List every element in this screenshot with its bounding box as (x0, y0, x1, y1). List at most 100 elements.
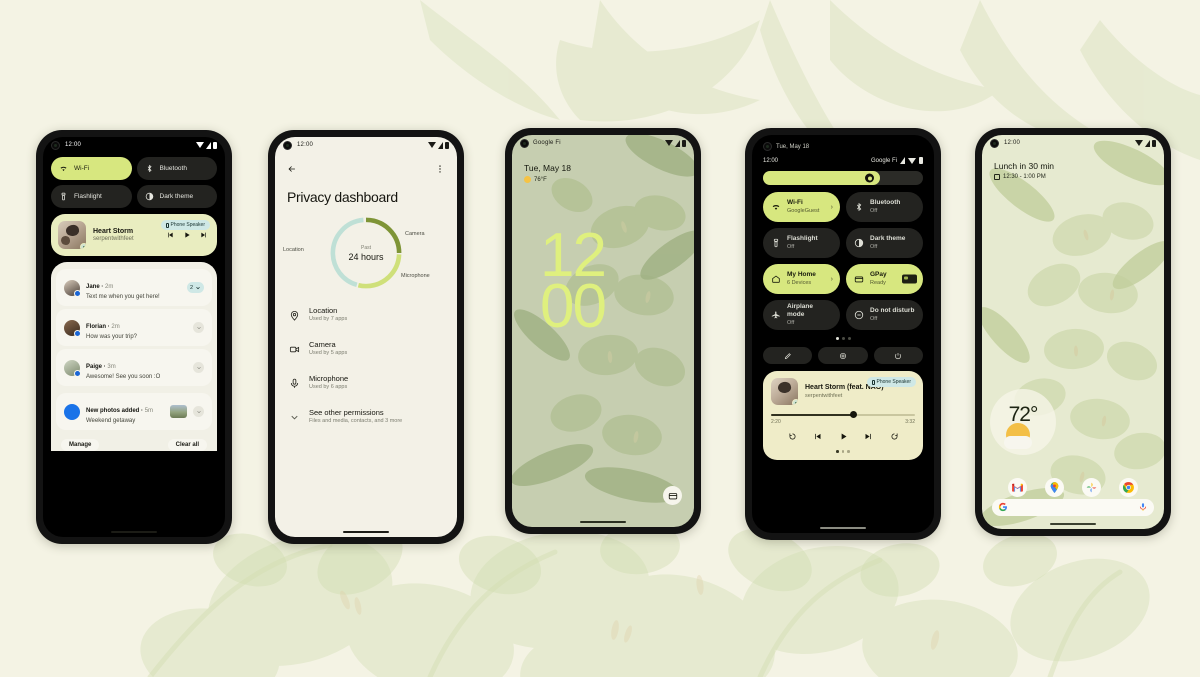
clear-all-button[interactable]: Clear all (167, 439, 207, 451)
quick-settings-grid: Wi-Fi Bluetooth Flashlight Dark theme (43, 153, 225, 208)
wallpaper (982, 135, 1164, 529)
permission-row-location[interactable]: Location Used by 7 apps (275, 299, 457, 333)
chevron-down-icon[interactable] (193, 322, 204, 333)
notification-time: 5m (144, 408, 154, 414)
notification-time: 3m (107, 364, 116, 370)
carrier-label: Google Fi (870, 157, 897, 164)
qs-tile-do-not-disturb[interactable]: Do not disturb Off (846, 300, 923, 330)
permission-row-see-other[interactable]: See other permissions Files and media, c… (275, 401, 457, 435)
media-artist: serpentwithfeet (93, 236, 134, 242)
forward-15-button[interactable] (890, 428, 899, 446)
qs-tile-wifi[interactable]: Wi-Fi GoogleGuest › (763, 192, 840, 222)
manage-button[interactable]: Manage (61, 439, 100, 451)
camera-icon (289, 340, 300, 360)
phone-4-quick-settings: Tue, May 18 12:00 Google Fi Wi-Fi GoogleG… (745, 128, 941, 540)
camera-punch-hole (763, 142, 772, 151)
rewind-15-button[interactable] (788, 428, 797, 446)
chevron-down-icon[interactable] (193, 406, 204, 417)
calendar-widget-title[interactable]: Lunch in 30 min (994, 161, 1054, 171)
media-seek-bar[interactable] (771, 411, 915, 418)
power-button[interactable] (873, 347, 923, 364)
brightness-slider[interactable] (763, 171, 923, 185)
qs-status-row: 12:00 Google Fi (752, 151, 934, 164)
media-duration: 3:32 (905, 419, 915, 425)
qs-tile-gpay[interactable]: GPay Ready (846, 264, 923, 294)
photos-app-icon (64, 403, 80, 420)
qs-sub: Off (787, 244, 795, 250)
qs-tile-wifi[interactable]: Wi-Fi (51, 157, 132, 180)
avatar (64, 359, 81, 377)
qs-tile-my-home[interactable]: My Home 6 Devices › (763, 264, 840, 294)
media-player-card[interactable]: Heart Storm serpentwithfeet Phone Speake… (51, 214, 217, 256)
media-title: Heart Storm (93, 228, 134, 235)
chart-legend-camera: Camera (405, 231, 425, 237)
location-pin-icon (289, 306, 300, 326)
notification-expand-badge[interactable]: 2 (186, 282, 204, 293)
permission-row-camera[interactable]: Camera Used by 5 apps (275, 333, 457, 367)
notification-sender: Paige (86, 364, 103, 370)
quick-settings-grid: Wi-Fi GoogleGuest › Bluetooth Off Flashlig… (752, 185, 934, 330)
phone-icon (165, 222, 169, 228)
notification-time: 2m (111, 324, 120, 330)
qs-tile-flashlight[interactable]: Flashlight (51, 185, 132, 208)
qs-tile-dark-theme[interactable]: Dark theme (136, 185, 217, 208)
output-device-chip[interactable]: Phone Speaker (866, 377, 916, 387)
flashlight-icon (59, 192, 68, 201)
qs-date-row: Tue, May 18 (752, 135, 934, 151)
gesture-nav-bar[interactable] (982, 523, 1164, 525)
notification-row[interactable]: Jane · 2m Text me when you get here! 2 (56, 269, 212, 306)
qs-tile-flashlight[interactable]: Flashlight Off (763, 228, 840, 258)
permission-row-microphone[interactable]: Microphone Used by 6 apps (275, 367, 457, 401)
previous-track-button[interactable] (813, 428, 822, 446)
qs-sub: Off (870, 244, 878, 250)
back-button[interactable] (287, 161, 297, 179)
wallet-button[interactable] (663, 486, 682, 505)
seek-knob[interactable] (850, 411, 858, 418)
media-artist: serpentwithfeet (805, 392, 843, 399)
qs-tile-bluetooth[interactable]: Bluetooth Off (846, 192, 923, 222)
phone-icon (871, 379, 875, 385)
maps-icon[interactable] (1045, 478, 1064, 497)
chevron-down-icon[interactable] (193, 362, 204, 373)
microphone-icon[interactable] (1138, 499, 1148, 517)
status-bar: Google Fi (512, 135, 694, 151)
gesture-nav-bar[interactable] (512, 521, 694, 523)
qs-date: Tue, May 18 (776, 143, 810, 150)
battery-icon (445, 141, 449, 149)
dark-theme-icon (854, 238, 864, 248)
weather-widget[interactable]: 72° (990, 389, 1056, 455)
play-button[interactable] (839, 428, 848, 446)
privacy-usage-donut-chart: Past 24 hours Camera Microphone Location (275, 207, 457, 299)
qs-time: 12:00 (763, 157, 779, 164)
notification-row[interactable]: Paige · 3m Awesome! See you soon :O (56, 349, 212, 386)
gmail-icon[interactable] (1008, 478, 1027, 497)
qs-label: Bluetooth (159, 165, 187, 172)
gesture-nav-bar[interactable] (752, 527, 934, 529)
signal-icon (675, 139, 680, 147)
chevron-right-icon[interactable]: › (831, 276, 833, 283)
photos-icon[interactable] (1082, 478, 1101, 497)
edit-tiles-button[interactable] (763, 347, 813, 364)
google-search-bar[interactable] (992, 499, 1154, 516)
notification-count: 2 (189, 284, 193, 291)
gesture-nav-bar[interactable] (43, 531, 225, 533)
notification-row[interactable]: Florian · 2m How was your trip? (56, 309, 212, 346)
qs-tile-dark-theme[interactable]: Dark theme Off (846, 228, 923, 258)
settings-gear-button[interactable] (818, 347, 868, 364)
qs-tile-bluetooth[interactable]: Bluetooth (136, 157, 217, 180)
overflow-menu-button[interactable] (435, 161, 445, 179)
wifi-icon (665, 140, 673, 146)
qs-label: Airplane mode (787, 302, 814, 318)
notification-row[interactable]: New photos added · 5m Weekend getaway (56, 393, 212, 430)
search-input[interactable] (1008, 504, 1138, 511)
next-track-button[interactable] (864, 428, 873, 446)
payment-card-graphic (902, 274, 917, 284)
gesture-nav-bar[interactable] (275, 531, 457, 533)
qs-tile-airplane-mode[interactable]: Airplane mode Off (763, 300, 840, 330)
brightness-knob[interactable] (865, 173, 875, 183)
media-player-card[interactable]: Phone Speaker Heart Storm (feat. NAO) se… (763, 371, 923, 460)
output-device-chip[interactable]: Phone Speaker (160, 220, 210, 230)
calendar-widget-time-row: 12:30 - 1:00 PM (994, 174, 1054, 180)
chevron-right-icon[interactable]: › (831, 204, 833, 211)
chrome-icon[interactable] (1119, 478, 1138, 497)
